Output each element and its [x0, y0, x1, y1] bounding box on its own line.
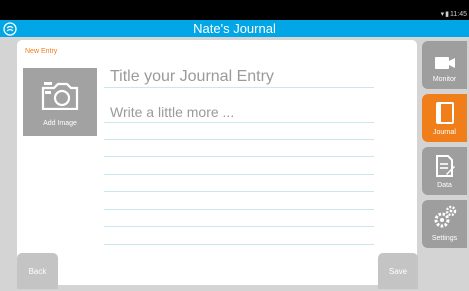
sidebar-item-data[interactable]: Data	[422, 147, 467, 195]
sidebar-item-label: Data	[437, 182, 452, 189]
ruled-line	[104, 244, 374, 245]
sidebar-item-label: Journal	[433, 129, 456, 136]
save-button[interactable]: Save	[378, 253, 418, 289]
sidebar-item-journal[interactable]: Journal	[422, 94, 467, 142]
new-entry-heading: New Entry	[25, 48, 58, 55]
ruled-line	[104, 87, 374, 88]
ruled-line	[104, 174, 374, 175]
add-image-label: Add Image	[43, 120, 77, 127]
gears-icon	[434, 205, 456, 228]
ruled-line	[104, 226, 374, 227]
book-icon	[435, 102, 454, 124]
document-icon	[435, 155, 455, 177]
ruled-line	[104, 139, 374, 140]
ruled-line	[104, 122, 374, 123]
ruled-line	[104, 156, 374, 157]
ruled-line	[104, 209, 374, 210]
journal-entry-card: New Entry Add Image	[17, 40, 417, 285]
sidebar-item-label: Monitor	[432, 76, 457, 83]
app-bar: Nate's Journal	[0, 20, 469, 37]
status-time: 11:45	[450, 11, 467, 18]
camera-icon	[434, 57, 455, 69]
sidebar-item-label: Settings	[431, 235, 458, 242]
entry-title-input[interactable]	[110, 68, 372, 86]
entry-body-input[interactable]	[110, 103, 372, 121]
battery-icon: ▮	[445, 11, 449, 18]
status-indicators: ▾▮11:45	[441, 9, 467, 20]
camera-icon	[41, 82, 79, 110]
ruled-line	[104, 191, 374, 192]
sidebar-item-monitor[interactable]: Monitor	[422, 41, 467, 89]
app-title: Nate's Journal	[193, 21, 276, 36]
back-button[interactable]: Back	[17, 253, 58, 289]
status-bar: ▾▮11:45	[0, 0, 469, 20]
wifi-icon: ▾	[440, 11, 445, 18]
sidebar-item-settings[interactable]: Settings	[422, 200, 467, 248]
add-image-button[interactable]: Add Image	[23, 68, 97, 136]
